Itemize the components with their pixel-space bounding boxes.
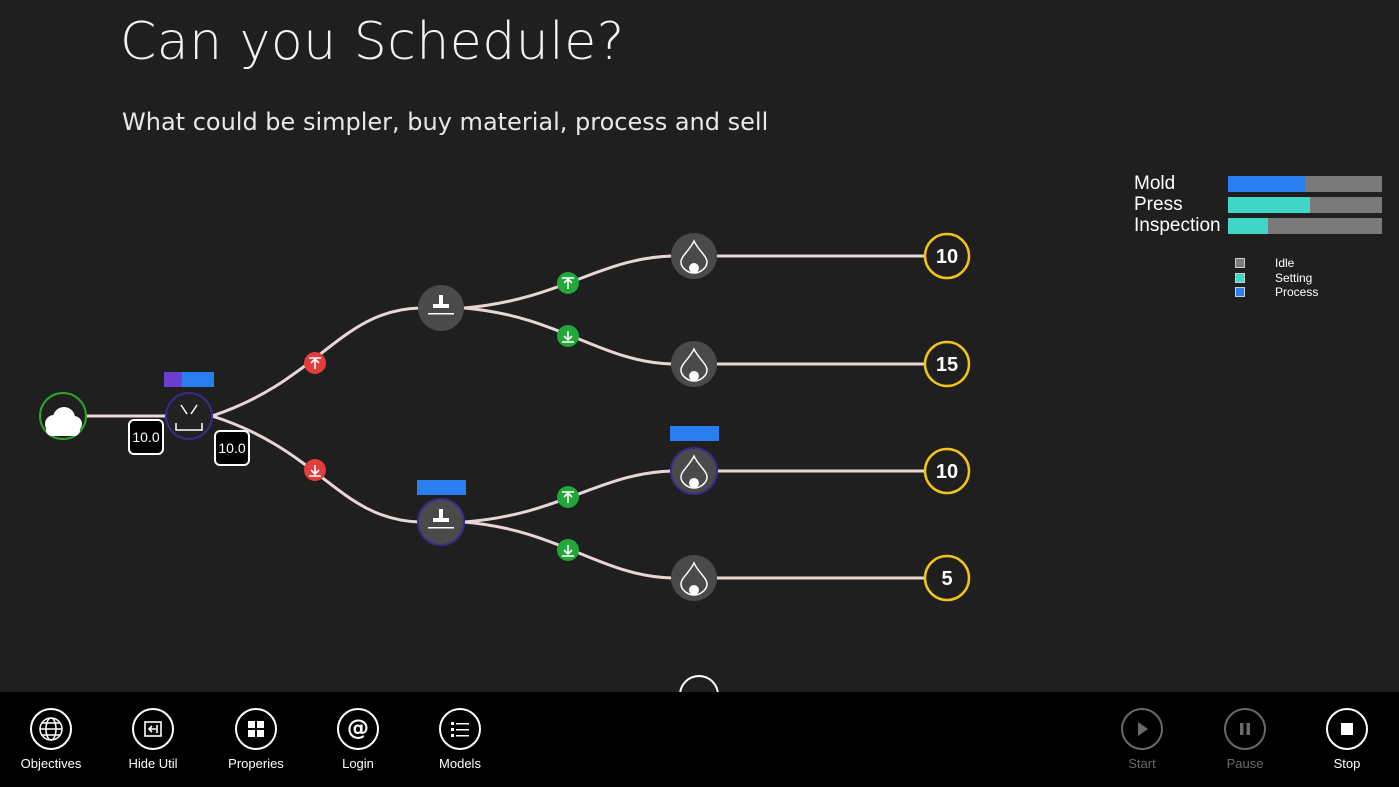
util-bar (1228, 217, 1382, 234)
properties-label: Properies (228, 756, 284, 771)
utilization-panel: Mold Press Inspection (1134, 173, 1382, 236)
input-buffer[interactable]: 10.0 (128, 419, 164, 455)
output-buffer[interactable]: 10.0 (214, 430, 250, 466)
route-up-badge-mold[interactable] (304, 352, 326, 374)
globe-icon (39, 717, 63, 741)
process-flow-diagram: 10.0 10.0 10 15 10 5 (39, 232, 971, 700)
source-node[interactable] (39, 392, 87, 440)
route-down-badge-press1[interactable] (557, 325, 579, 347)
sink-4-demand: 5 (941, 568, 952, 590)
objectives-label: Objectives (20, 756, 82, 771)
legend-swatch (1235, 272, 1245, 283)
mold-machine[interactable] (164, 372, 214, 440)
util-resource-name: Press (1134, 193, 1183, 215)
inspection-machine-1[interactable] (671, 233, 717, 279)
legend-label: Process (1275, 285, 1319, 300)
stop-button[interactable]: Stop (1302, 708, 1392, 771)
sink-3-demand: 10 (936, 461, 958, 483)
util-setting-segment (1228, 217, 1269, 234)
route-up-badge-press1[interactable] (557, 272, 579, 294)
hide-panel-icon (144, 721, 162, 737)
play-icon (1138, 722, 1148, 736)
legend-swatch (1235, 287, 1245, 298)
app-bar: Objectives Hide Util Properies @ Login M… (0, 692, 1399, 787)
util-row-press: Press (1134, 194, 1382, 215)
start-label: Start (1128, 756, 1156, 771)
input-buffer-value: 10.0 (132, 429, 159, 445)
pause-icon (1240, 723, 1250, 735)
legend-item: Idle (1235, 256, 1318, 271)
pause-label: Pause (1226, 756, 1264, 771)
route-down-badge-press2[interactable] (557, 539, 579, 561)
sink-1[interactable]: 10 (923, 232, 971, 280)
pause-button[interactable]: Pause (1200, 708, 1290, 771)
models-label: Models (439, 756, 481, 771)
objectives-button[interactable]: Objectives (6, 708, 96, 771)
legend-swatch (1235, 258, 1245, 269)
util-row-inspection: Inspection (1134, 215, 1382, 236)
legend-label: Setting (1275, 270, 1313, 285)
legend-label: Idle (1275, 256, 1295, 271)
hide-util-label: Hide Util (128, 756, 178, 771)
at-sign-icon: @ (347, 716, 369, 741)
mold-process-indicator (182, 372, 214, 387)
properties-button[interactable]: Properies (211, 708, 301, 771)
list-icon (451, 722, 469, 737)
inspection-machine-4[interactable] (671, 555, 717, 601)
inspection-machine-3[interactable] (670, 426, 719, 495)
models-button[interactable]: Models (415, 708, 505, 771)
util-bar (1228, 175, 1382, 192)
sink-4[interactable]: 5 (923, 554, 971, 602)
sink-3[interactable]: 10 (923, 447, 971, 495)
start-button[interactable]: Start (1097, 708, 1187, 771)
utilization-legend: Idle Setting Process (1235, 256, 1318, 300)
output-buffer-value: 10.0 (218, 440, 245, 456)
util-resource-name: Inspection (1134, 214, 1221, 236)
stop-label: Stop (1333, 756, 1361, 771)
inspection-3-process-indicator (670, 426, 719, 441)
login-button[interactable]: @ Login (313, 708, 403, 771)
press-machine-2[interactable] (417, 480, 466, 546)
util-process-segment (1228, 175, 1305, 192)
inspection-machine-2[interactable] (671, 341, 717, 387)
util-row-mold: Mold (1134, 173, 1382, 194)
press-machine-1[interactable] (418, 285, 464, 331)
press-2-process-indicator (417, 480, 466, 495)
route-up-badge-press2[interactable] (557, 486, 579, 508)
stop-icon (1341, 723, 1353, 735)
util-bar (1228, 196, 1382, 213)
sink-2[interactable]: 15 (923, 340, 971, 388)
grid-icon (248, 721, 264, 737)
legend-item: Process (1235, 285, 1318, 300)
login-label: Login (342, 756, 374, 771)
route-down-badge-mold[interactable] (304, 459, 326, 481)
util-setting-segment (1228, 196, 1310, 213)
hide-util-button[interactable]: Hide Util (108, 708, 198, 771)
sink-2-demand: 15 (936, 354, 958, 376)
util-resource-name: Mold (1134, 172, 1176, 194)
legend-item: Setting (1235, 271, 1318, 286)
mold-setting-indicator (164, 372, 182, 387)
sink-1-demand: 10 (936, 246, 958, 268)
